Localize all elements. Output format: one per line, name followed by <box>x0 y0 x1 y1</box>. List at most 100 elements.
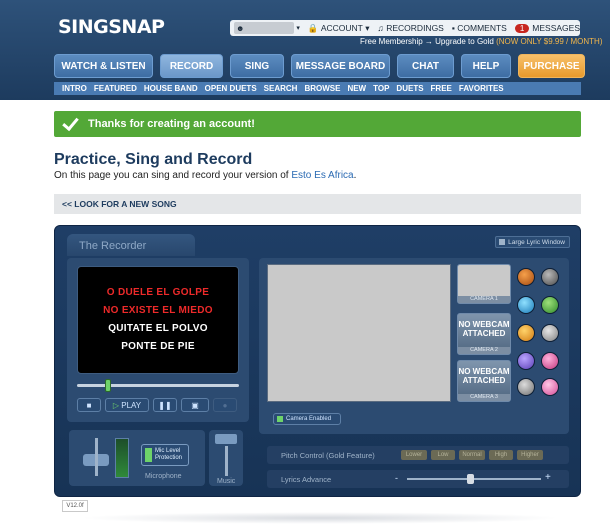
effect-sparkle-icon[interactable] <box>517 296 535 314</box>
stop-button[interactable]: ■ <box>77 398 101 412</box>
nav-help[interactable]: HELP <box>461 54 511 78</box>
effect-sun-icon[interactable] <box>517 324 535 342</box>
pitch-control-label: Pitch Control (Gold Feature) <box>281 450 375 460</box>
pause-icon: ❚❚ <box>158 400 172 410</box>
effect-flower-icon[interactable] <box>541 324 559 342</box>
sub-nav: INTRO FEATURED HOUSE BAND OPEN DUETS SEA… <box>54 82 581 95</box>
record-icon: ● <box>222 400 228 410</box>
song-link[interactable]: Esto Es Africa <box>291 170 353 181</box>
messages-badge: 1 <box>514 23 530 33</box>
subnav-open-duets[interactable]: OPEN DUETS <box>205 84 257 93</box>
toggle-indicator-icon <box>145 448 152 462</box>
camera-3-thumbnail[interactable]: NO WEBCAM ATTACHED CAMERA 3 <box>457 360 511 402</box>
look-for-new-song-bar[interactable]: << LOOK FOR A NEW SONG <box>54 194 581 214</box>
seek-handle[interactable] <box>105 379 111 392</box>
effect-mono-icon[interactable] <box>541 268 559 286</box>
recorder-widget: The Recorder Large Lyric Window O DUELE … <box>54 225 581 497</box>
look-for-new-song-link[interactable]: << LOOK FOR A NEW SONG <box>62 199 177 209</box>
mic-level-protection-toggle[interactable]: Mic Level Protection <box>141 444 189 466</box>
main-video-preview <box>267 264 451 402</box>
checkbox-icon <box>499 239 506 245</box>
subnav-favorites[interactable]: FAVORITES <box>459 84 504 93</box>
music-volume-slider[interactable] <box>225 446 228 476</box>
success-text: Thanks for creating an account! <box>88 118 255 130</box>
pitch-normal-button[interactable]: Normal <box>459 450 485 460</box>
messages-link[interactable]: 1 MESSAGES <box>514 23 580 33</box>
effect-bluetooth-icon[interactable] <box>517 352 535 370</box>
effect-eye-icon[interactable] <box>517 378 535 396</box>
subnav-browse[interactable]: BROWSE <box>304 84 340 93</box>
mic-level-meter <box>115 438 129 478</box>
page-intro: On this page you can sing and record you… <box>54 170 357 181</box>
lyric-line: O DUELE EL GOLPE <box>106 287 210 298</box>
singsnap-logo[interactable]: SINGSNAP <box>56 12 165 42</box>
lyrics-advance-slider[interactable] <box>407 478 541 480</box>
subnav-duets[interactable]: DUETS <box>396 84 423 93</box>
subnav-featured[interactable]: FEATURED <box>94 84 137 93</box>
record-settings-button[interactable]: ▣ <box>181 398 209 412</box>
nav-message-board[interactable]: MESSAGE BOARD <box>291 54 390 78</box>
main-nav: WATCH & LISTEN RECORD SING MESSAGE BOARD… <box>54 54 592 80</box>
subnav-search[interactable]: SEARCH <box>264 84 298 93</box>
subnav-top[interactable]: TOP <box>373 84 389 93</box>
mic-volume-slider[interactable] <box>95 438 98 476</box>
brand-name: SINGSNAP <box>58 16 165 38</box>
music-label: Music <box>217 478 236 485</box>
nav-chat[interactable]: CHAT <box>397 54 454 78</box>
widget-shadow <box>80 512 560 524</box>
recorder-tab[interactable]: The Recorder <box>67 234 195 256</box>
membership-promo: Free Membership → Upgrade to Gold (NOW O… <box>360 37 603 46</box>
effect-lips-icon[interactable] <box>541 378 559 396</box>
camera-enabled-toggle[interactable]: Camera Enabled <box>273 413 341 425</box>
nav-purchase[interactable]: PURCHASE <box>518 54 585 78</box>
nav-record[interactable]: RECORD <box>160 54 223 78</box>
chevron-down-icon: ▾ <box>296 25 300 32</box>
subnav-house-band[interactable]: HOUSE BAND <box>144 84 198 93</box>
pitch-low-button[interactable]: Low <box>431 450 455 460</box>
lyrics-advance-handle[interactable] <box>467 474 474 484</box>
page-title: Practice, Sing and Record <box>54 151 253 168</box>
version-label: V12.0f <box>62 500 88 512</box>
camera-1-thumbnail[interactable]: CAMERA 1 <box>457 264 511 304</box>
play-button[interactable]: ▷ PLAY <box>105 398 149 412</box>
offer-text: (NOW ONLY $9.99 / MONTH) <box>496 37 603 46</box>
effect-fire-icon[interactable] <box>517 268 535 286</box>
pitch-control-row: Pitch Control (Gold Feature) Lower Low N… <box>267 446 569 464</box>
tape-icon: ▣ <box>191 400 199 410</box>
subnav-new[interactable]: NEW <box>347 84 366 93</box>
play-icon: ▷ <box>112 400 120 410</box>
seek-bar[interactable] <box>77 379 239 392</box>
lyrics-advance-row: Lyrics Advance - + <box>267 470 569 488</box>
subnav-intro[interactable]: INTRO <box>62 84 87 93</box>
camera-2-thumbnail[interactable]: NO WEBCAM ATTACHED CAMERA 2 <box>457 313 511 355</box>
pitch-lower-button[interactable]: Lower <box>401 450 427 460</box>
pitch-high-button[interactable]: High <box>489 450 513 460</box>
record-button[interactable]: ● <box>213 398 237 412</box>
account-bar: ☻ ▾ 🔒 ACCOUNT ▾ ♫ RECORDINGS ▪ COMMENTS … <box>230 20 580 36</box>
comments-link[interactable]: ▪ COMMENTS <box>452 23 507 33</box>
nav-sing[interactable]: SING <box>230 54 284 78</box>
lyrics-advance-plus[interactable]: + <box>545 472 551 483</box>
subnav-free[interactable]: FREE <box>431 84 452 93</box>
checkmark-icon <box>62 116 78 132</box>
lyrics-advance-minus[interactable]: - <box>395 473 398 483</box>
microphone-label: Microphone <box>145 473 182 480</box>
account-menu[interactable]: 🔒 ACCOUNT ▾ <box>308 23 370 34</box>
site-header: SINGSNAP ☻ ▾ 🔒 ACCOUNT ▾ ♫ RECORDINGS ▪ … <box>0 0 610 100</box>
speaker-icon <box>215 434 237 444</box>
effect-star-icon[interactable] <box>541 296 559 314</box>
pause-button[interactable]: ❚❚ <box>153 398 177 412</box>
lyrics-advance-label: Lyrics Advance <box>281 475 332 484</box>
recordings-link[interactable]: ♫ RECORDINGS <box>377 23 443 33</box>
lyric-line: NO EXISTE EL MIEDO <box>103 305 213 316</box>
user-dropdown[interactable]: ☻ <box>234 22 295 34</box>
lyric-line: PONTE DE PIE <box>121 341 195 352</box>
pitch-higher-button[interactable]: Higher <box>517 450 543 460</box>
large-lyric-window-toggle[interactable]: Large Lyric Window <box>495 236 570 248</box>
lyric-line: QUITATE EL POLVO <box>108 323 208 334</box>
upgrade-link[interactable]: → Upgrade to Gold <box>425 37 494 46</box>
nav-watch-listen[interactable]: WATCH & LISTEN <box>54 54 153 78</box>
effect-bars-icon[interactable] <box>541 352 559 370</box>
lyrics-display: O DUELE EL GOLPE NO EXISTE EL MIEDO QUIT… <box>77 266 239 374</box>
stop-icon: ■ <box>86 400 92 410</box>
